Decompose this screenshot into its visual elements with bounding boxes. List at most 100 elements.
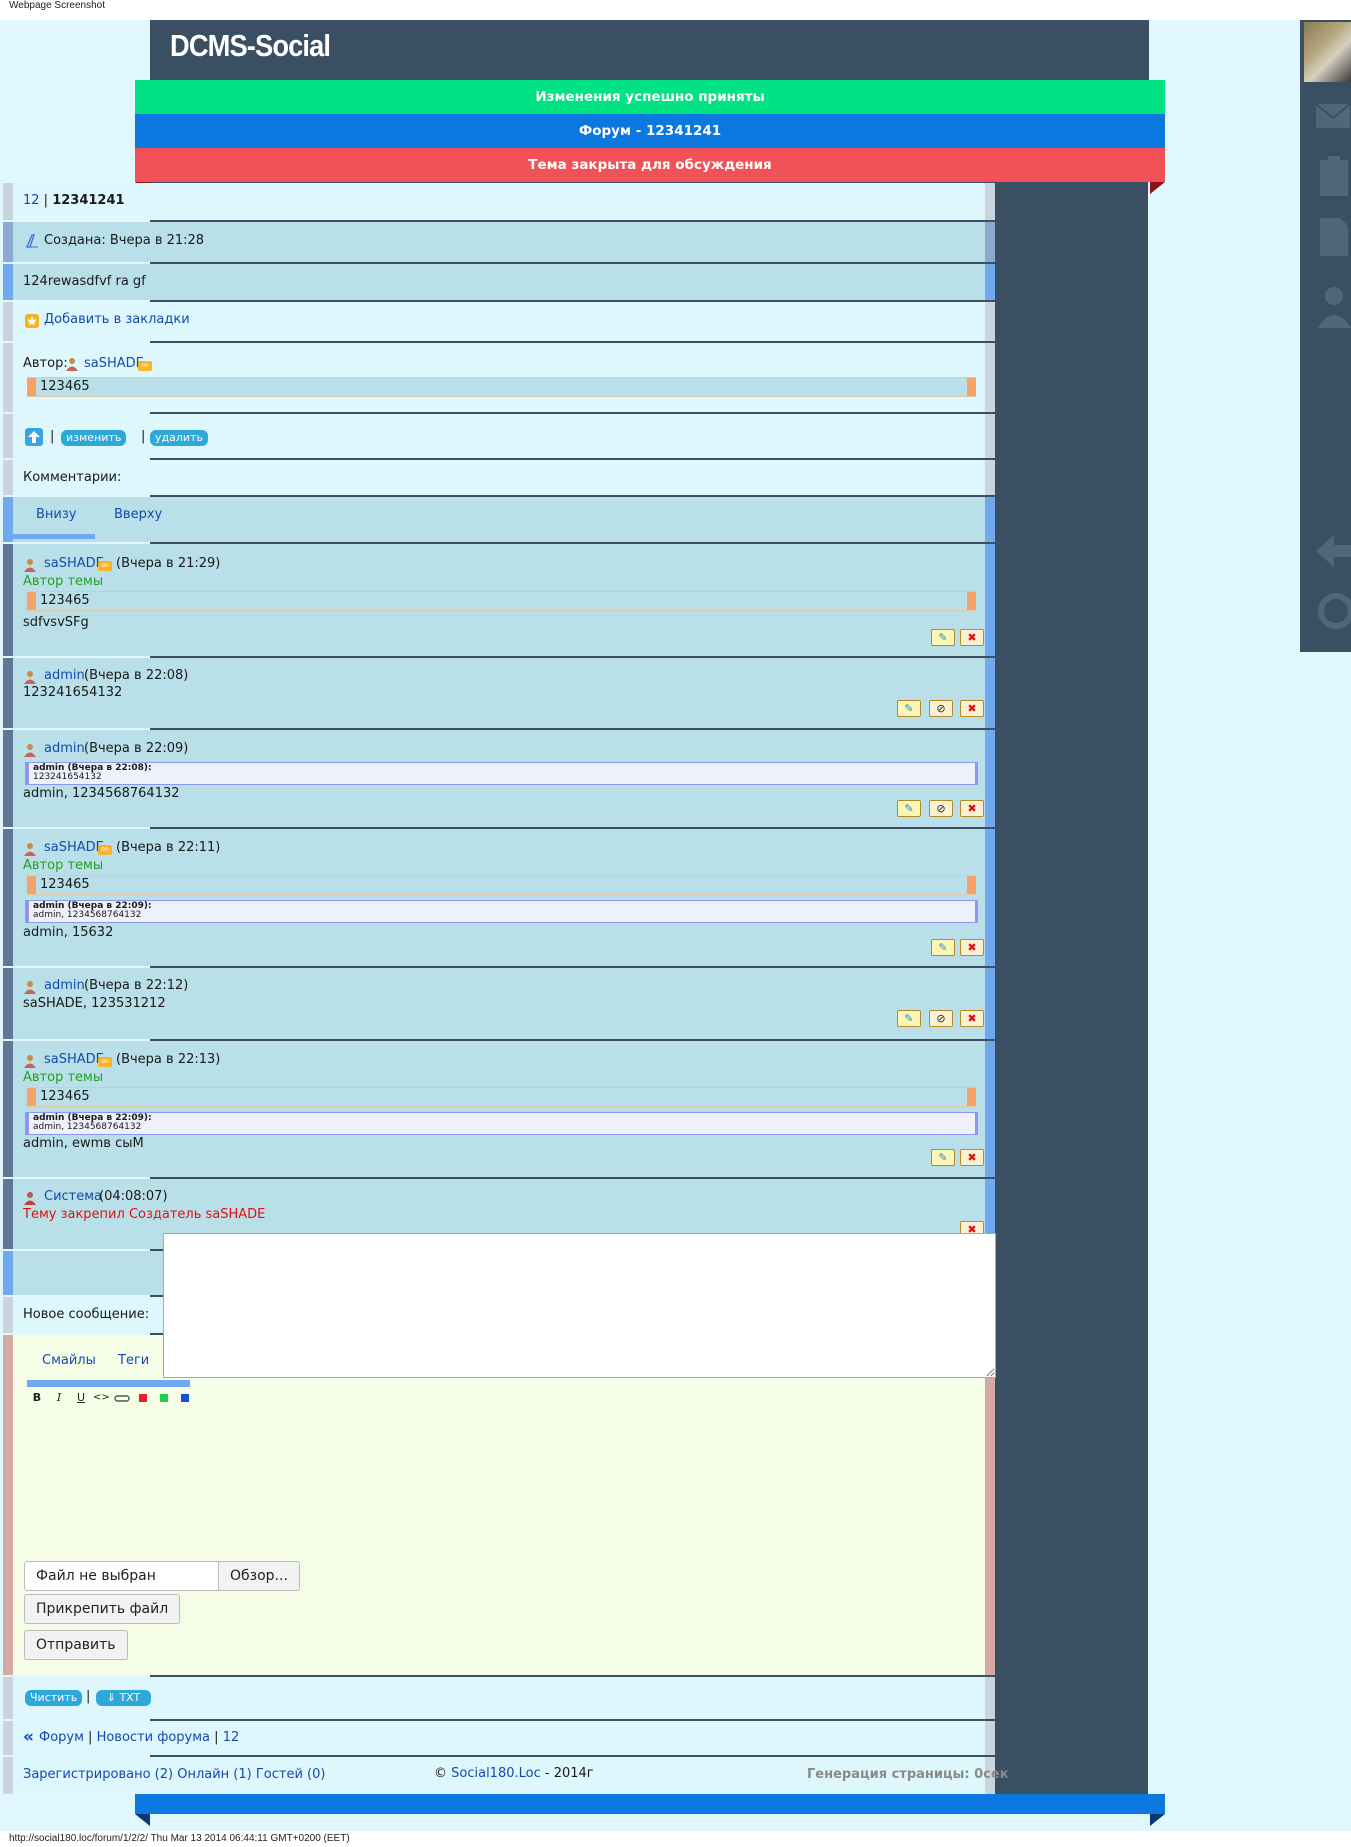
ban-user-button[interactable]: ⊘ [929,1010,953,1027]
nav-separator: | [88,1730,93,1745]
topic-created: Создана: Вчера в 21:28 [44,233,205,248]
delete-comment-button[interactable]: ✖ [960,939,984,956]
topic-body-row: 124rewasdfvf ra gf [3,264,995,300]
breadcrumb: 12 | 12341241 [3,183,995,220]
send-button-label: Отправить [36,1637,116,1653]
screenshot-caption-bar: Webpage Screenshot [0,0,1351,20]
browse-button[interactable]: Обзор... [218,1561,300,1591]
bold-button[interactable]: B [29,1390,45,1406]
signature-text: 123465 [40,379,90,394]
comment-signature: 123465 [27,1087,976,1107]
clipboard-icon[interactable] [1310,150,1351,202]
author-label: Автор: [23,356,68,371]
online-stats-link[interactable]: Зарегистрировано (2) Онлайн (1) Гостей (… [23,1767,325,1782]
nav-separator: | [214,1730,219,1745]
topic-closed-banner: Тема закрыта для обсуждения [135,148,1165,182]
user-icon [24,843,36,856]
topic-author-label: Автор темы [23,858,104,873]
tab-tags[interactable]: Теги [118,1353,149,1368]
breadcrumb-parent-link[interactable]: 12 [23,193,40,208]
delete-comment-button[interactable]: ✖ [960,629,984,646]
new-message-form: Смайлы Теги B I U <> Файл не выбран Обзо… [3,1335,995,1675]
topic-body: 124rewasdfvf ra gf [23,274,146,289]
comment-text: sdfvsvSFg [23,615,89,630]
author-signature: 123465 [27,377,976,397]
link-icon[interactable] [114,1390,130,1406]
comment-author-link[interactable]: admin [44,741,85,756]
comment-item: admin (Вчера в 22:08) 123241654132 ✎ ⊘ ✖ [3,658,995,728]
back-arrow-icon[interactable] [1310,525,1351,577]
comment-time: (Вчера в 22:11) [116,840,221,855]
comment-time: (Вчера в 22:08) [84,668,189,683]
copyright: © Social180.Loc - 2014г [434,1766,594,1781]
file-input-placeholder: Файл не выбран [36,1568,156,1584]
mail-icon[interactable] [1310,90,1351,142]
nav-forum-news-link[interactable]: Новости форума [97,1730,210,1745]
ban-user-button[interactable]: ⊘ [929,700,953,717]
comment-item: admin (Вчера в 22:12) saSHADE, 123531212… [3,968,995,1039]
nav-section-link[interactable]: 12 [223,1730,240,1745]
up-arrow-icon[interactable] [25,428,43,446]
back-chevron-icon[interactable]: « [23,1727,34,1747]
edit-comment-button[interactable]: ✎ [931,939,955,956]
bookmark-row: Добавить в закладки [3,302,995,341]
comment-item: saSHADE on (Вчера в 22:11) Автор темы 12… [3,829,995,966]
ribbon-fold-bottom-left [135,1814,150,1826]
ban-user-button[interactable]: ⊘ [929,800,953,817]
refresh-icon[interactable] [1310,585,1351,637]
tools-row: Чистить | ⇓ TXT [3,1677,995,1719]
message-textarea[interactable] [163,1233,996,1378]
action-separator: | [141,429,146,444]
delete-comment-button[interactable]: ✖ [960,800,984,817]
ribbon-fold-bottom-right [1150,1814,1165,1826]
edit-comment-button[interactable]: ✎ [897,1010,921,1027]
comment-author-link[interactable]: admin [44,978,85,993]
user-avatar[interactable] [1304,22,1351,82]
comment-author-link[interactable]: saSHADE [44,840,104,855]
comment-author-link[interactable]: admin [44,668,85,683]
delete-comment-button[interactable]: ✖ [960,1010,984,1027]
edit-comment-button[interactable]: ✎ [931,1149,955,1166]
tab-top[interactable]: Вверху [114,507,162,522]
delete-topic-button[interactable]: удалить [150,430,208,446]
delete-comment-button[interactable]: ✖ [960,1149,984,1166]
author-link[interactable]: saSHADE [84,356,144,371]
edit-comment-button[interactable]: ✎ [931,629,955,646]
online-badge: on [98,844,112,855]
blue-color-icon[interactable] [177,1390,193,1406]
topic-author-row: Автор: saSHADE on 123465 [3,343,995,412]
action-separator: | [50,429,55,444]
add-bookmark-link[interactable]: Добавить в закладки [44,312,190,327]
underline-button[interactable]: U [73,1390,89,1406]
comment-time: (04:08:07) [99,1189,168,1204]
attach-file-button[interactable]: Прикрепить файл [24,1594,181,1624]
green-color-icon[interactable] [156,1390,172,1406]
code-button[interactable]: <> [93,1390,110,1406]
delete-comment-button[interactable]: ✖ [960,700,984,717]
document-icon[interactable] [1310,210,1351,262]
topic-author-label: Автор темы [23,1070,104,1085]
file-input-display[interactable]: Файл не выбран [24,1561,219,1591]
red-color-icon[interactable] [135,1390,151,1406]
comment-time: (Вчера в 21:29) [116,556,221,571]
send-button[interactable]: Отправить [24,1630,128,1660]
comment-author-link[interactable]: Система [44,1189,102,1204]
download-txt-button[interactable]: ⇓ TXT [96,1690,151,1706]
active-tab-indicator [13,534,95,539]
comment-author-link[interactable]: saSHADE [44,556,104,571]
comment-quote: admin (Вчера в 22:08): 123241654132 [25,762,978,785]
edit-topic-button[interactable]: изменить [61,430,127,446]
tab-bottom[interactable]: Внизу [36,507,76,522]
italic-button[interactable]: I [51,1390,67,1406]
copyright-link[interactable]: Social180.Loc [451,1766,541,1781]
nav-forum-link[interactable]: Форум [39,1730,84,1745]
edit-comment-button[interactable]: ✎ [897,800,921,817]
site-logo[interactable]: DCMS-Social [170,28,331,64]
edit-comment-button[interactable]: ✎ [897,700,921,717]
clear-button[interactable]: Чистить [25,1690,83,1706]
comment-item: saSHADE on (Вчера в 22:13) Автор темы 12… [3,1041,995,1177]
tab-smileys[interactable]: Смайлы [42,1353,96,1368]
comment-signature: 123465 [27,591,976,611]
comment-author-link[interactable]: saSHADE [44,1052,104,1067]
person-icon[interactable] [1310,280,1351,332]
